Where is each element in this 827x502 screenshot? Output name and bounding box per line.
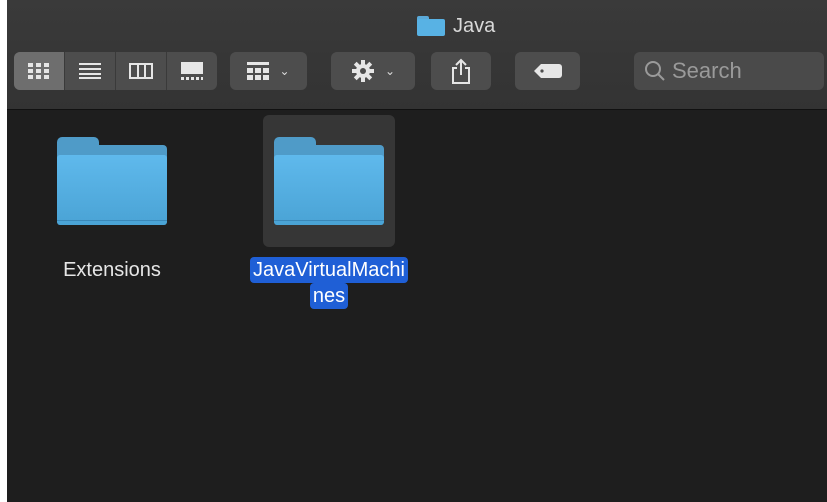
share-icon (452, 58, 470, 84)
tag-icon (533, 64, 562, 78)
search-placeholder: Search (672, 58, 742, 83)
folder-icon (273, 137, 384, 225)
folder-icon (417, 16, 445, 36)
view-mode-segmented-control (14, 52, 217, 90)
gallery-view-button[interactable] (167, 52, 217, 90)
chevron-down-icon: ⌄ (279, 64, 290, 78)
file-name-label: Extensions (63, 259, 161, 281)
column-view-icon (129, 63, 153, 79)
share-button[interactable] (431, 52, 491, 90)
search-icon (645, 61, 665, 81)
window-title-text: Java (453, 14, 496, 37)
folder-icon (57, 137, 167, 225)
folder-item-javavirtualmachines[interactable]: JavaVirtualMachi nes (250, 115, 408, 309)
group-grid-icon (247, 62, 270, 80)
list-view-icon (79, 63, 101, 79)
file-name-label-selected: JavaVirtualMachi nes (250, 257, 408, 309)
folder-item-extensions[interactable]: Extensions (46, 115, 178, 283)
action-button[interactable]: ⌄ (331, 52, 415, 90)
window-title: Java (417, 14, 495, 38)
tags-button[interactable] (515, 52, 580, 90)
icon-view-button[interactable] (14, 52, 65, 90)
column-view-button[interactable] (116, 52, 167, 90)
group-button[interactable]: ⌄ (230, 52, 307, 90)
title-bar: Java ⌄ ⌄ Search (7, 0, 827, 110)
list-view-button[interactable] (65, 52, 116, 90)
icon-view-icon (28, 63, 49, 79)
finder-window: Java ⌄ ⌄ Search Extensions JavaVirtualMa… (7, 0, 827, 502)
chevron-down-icon: ⌄ (384, 64, 396, 78)
file-browser-area[interactable]: Extensions JavaVirtualMachi nes (7, 110, 827, 502)
gear-icon (351, 60, 374, 82)
folder-icon-container (262, 115, 395, 247)
folder-icon-container (46, 115, 178, 247)
gallery-view-icon (181, 62, 203, 80)
search-field[interactable]: Search (634, 52, 824, 90)
